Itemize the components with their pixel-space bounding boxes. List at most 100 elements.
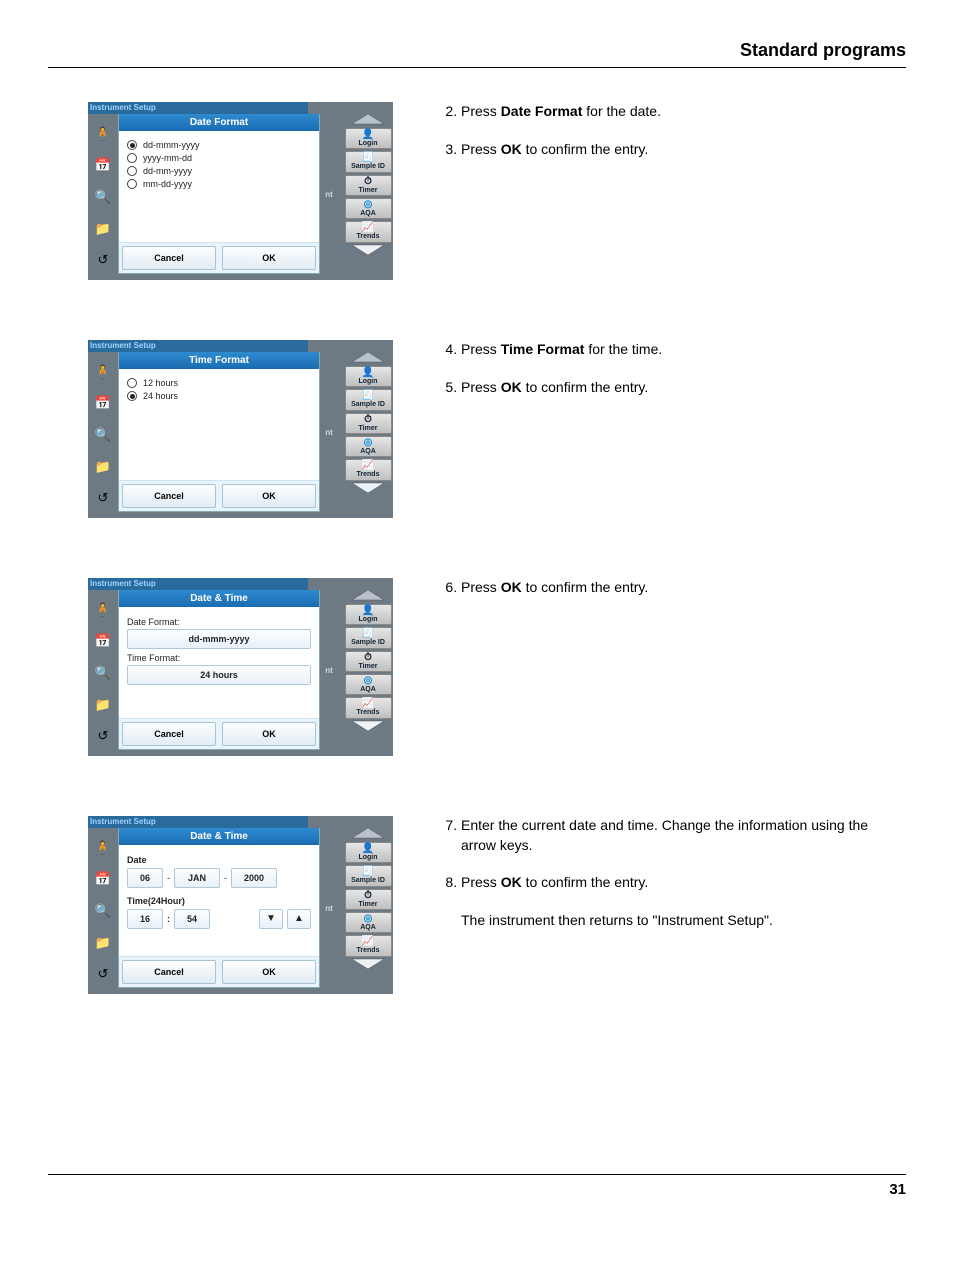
cancel-button[interactable]: Cancel — [122, 246, 216, 270]
device-topbar: Instrument Setup — [88, 816, 308, 828]
sample-id-button[interactable]: 🧾Sample ID — [345, 151, 392, 172]
date-format-value[interactable]: dd-mmm-yyyy — [127, 629, 311, 649]
timer-button[interactable]: ⏱Timer — [345, 413, 392, 434]
folder-icon[interactable]: 📁 — [93, 933, 113, 953]
calendar-icon[interactable]: 📅 — [93, 155, 113, 175]
down-triangle-icon[interactable] — [348, 481, 388, 495]
step-4: Press Time Format for the time. — [461, 340, 906, 360]
panel-title: Date Format — [119, 114, 319, 131]
back-icon[interactable]: ↺ — [93, 488, 113, 508]
up-triangle-icon[interactable] — [348, 112, 388, 126]
instructions-3: Press OK to confirm the entry. — [433, 578, 906, 616]
timer-button[interactable]: ⏱Timer — [345, 175, 392, 196]
aqa-button[interactable]: ◎AQA — [345, 198, 392, 219]
step-block-4: Instrument Setup 🧍 📅 🔍 📁 ↺ Date & Time D… — [48, 816, 906, 994]
search-icon[interactable]: 🔍 — [93, 187, 113, 207]
person-icon[interactable]: 🧍 — [93, 600, 113, 620]
device-topbar: Instrument Setup — [88, 340, 308, 352]
date-time-entry-panel: Date & Time Date 06 - JAN - 2000 Time(24… — [118, 828, 320, 988]
month-field[interactable]: JAN — [174, 868, 220, 888]
search-icon[interactable]: 🔍 — [93, 901, 113, 921]
left-icon-strip: 🧍 📅 🔍 📁 ↺ — [88, 352, 118, 518]
cancel-button[interactable]: Cancel — [122, 960, 216, 984]
aqa-button[interactable]: ◎AQA — [345, 912, 392, 933]
screenshot-time-format: Instrument Setup 🧍 📅 🔍 📁 ↺ Time Format 1… — [88, 340, 393, 518]
sample-id-button[interactable]: 🧾Sample ID — [345, 865, 392, 886]
hour-field[interactable]: 16 — [127, 909, 163, 929]
calendar-icon[interactable]: 📅 — [93, 393, 113, 413]
date-label: Date — [127, 855, 311, 865]
login-button[interactable]: 👤Login — [345, 604, 392, 625]
date-time-panel: Date & Time Date Format: dd-mmm-yyyy Tim… — [118, 590, 320, 750]
timer-button[interactable]: ⏱Timer — [345, 889, 392, 910]
login-button[interactable]: 👤Login — [345, 842, 392, 863]
option-dd-mm-yyyy[interactable]: dd-mm-yyyy — [127, 166, 311, 176]
device-topbar: Instrument Setup — [88, 578, 308, 590]
minute-field[interactable]: 54 — [174, 909, 210, 929]
person-icon[interactable]: 🧍 — [93, 124, 113, 144]
option-yyyy-mm-dd[interactable]: yyyy-mm-dd — [127, 153, 311, 163]
option-mm-dd-yyyy[interactable]: mm-dd-yyyy — [127, 179, 311, 189]
folder-icon[interactable]: 📁 — [93, 457, 113, 477]
trends-button[interactable]: 📈Trends — [345, 221, 392, 242]
ok-button[interactable]: OK — [222, 960, 316, 984]
trends-button[interactable]: 📈Trends — [345, 697, 392, 718]
time-label: Time(24Hour) — [127, 896, 311, 906]
down-triangle-icon[interactable] — [348, 957, 388, 971]
arrow-up-button[interactable]: ▲ — [287, 909, 311, 929]
down-triangle-icon[interactable] — [348, 719, 388, 733]
login-button[interactable]: 👤Login — [345, 366, 392, 387]
back-icon[interactable]: ↺ — [93, 964, 113, 984]
cancel-button[interactable]: Cancel — [122, 722, 216, 746]
ok-button[interactable]: OK — [222, 246, 316, 270]
down-triangle-icon[interactable] — [348, 243, 388, 257]
left-icon-strip: 🧍 📅 🔍 📁 ↺ — [88, 590, 118, 756]
aqa-button[interactable]: ◎AQA — [345, 674, 392, 695]
step-block-1: Instrument Setup 🧍 📅 🔍 📁 ↺ Date Format d… — [48, 102, 906, 280]
back-icon[interactable]: ↺ — [93, 250, 113, 270]
calendar-icon[interactable]: 📅 — [93, 631, 113, 651]
cancel-button[interactable]: Cancel — [122, 484, 216, 508]
option-dd-mmm-yyyy[interactable]: dd-mmm-yyyy — [127, 140, 311, 150]
search-icon[interactable]: 🔍 — [93, 663, 113, 683]
up-triangle-icon[interactable] — [348, 350, 388, 364]
time-format-value[interactable]: 24 hours — [127, 665, 311, 685]
back-icon[interactable]: ↺ — [93, 726, 113, 746]
sep: - — [167, 873, 170, 883]
nt-label: nt — [325, 428, 333, 437]
nt-label: nt — [325, 190, 333, 199]
option-12-hours[interactable]: 12 hours — [127, 378, 311, 388]
aqa-button[interactable]: ◎AQA — [345, 436, 392, 457]
folder-icon[interactable]: 📁 — [93, 219, 113, 239]
screenshot-date-format: Instrument Setup 🧍 📅 🔍 📁 ↺ Date Format d… — [88, 102, 393, 280]
screenshot-date-time-entry: Instrument Setup 🧍 📅 🔍 📁 ↺ Date & Time D… — [88, 816, 393, 994]
search-icon[interactable]: 🔍 — [93, 425, 113, 445]
year-field[interactable]: 2000 — [231, 868, 277, 888]
day-field[interactable]: 06 — [127, 868, 163, 888]
step-block-2: Instrument Setup 🧍 📅 🔍 📁 ↺ Time Format 1… — [48, 340, 906, 518]
instructions-4: Enter the current date and time. Change … — [433, 816, 906, 930]
nt-label: nt — [325, 666, 333, 675]
ok-button[interactable]: OK — [222, 722, 316, 746]
sample-id-button[interactable]: 🧾Sample ID — [345, 627, 392, 648]
sample-id-button[interactable]: 🧾Sample ID — [345, 389, 392, 410]
arrow-down-button[interactable]: ▼ — [259, 909, 283, 929]
login-button[interactable]: 👤Login — [345, 128, 392, 149]
device-topbar: Instrument Setup — [88, 102, 308, 114]
up-triangle-icon[interactable] — [348, 826, 388, 840]
calendar-icon[interactable]: 📅 — [93, 869, 113, 889]
panel-title: Date & Time — [119, 590, 319, 607]
step-block-3: Instrument Setup 🧍 📅 🔍 📁 ↺ Date & Time D… — [48, 578, 906, 756]
folder-icon[interactable]: 📁 — [93, 695, 113, 715]
trends-button[interactable]: 📈Trends — [345, 935, 392, 956]
timer-button[interactable]: ⏱Timer — [345, 651, 392, 672]
step-8-note: The instrument then returns to "Instrume… — [461, 911, 906, 931]
time-format-label: Time Format: — [127, 653, 311, 663]
trends-button[interactable]: 📈Trends — [345, 459, 392, 480]
person-icon[interactable]: 🧍 — [93, 838, 113, 858]
person-icon[interactable]: 🧍 — [93, 362, 113, 382]
up-triangle-icon[interactable] — [348, 588, 388, 602]
option-24-hours[interactable]: 24 hours — [127, 391, 311, 401]
nt-label: nt — [325, 904, 333, 913]
ok-button[interactable]: OK — [222, 484, 316, 508]
